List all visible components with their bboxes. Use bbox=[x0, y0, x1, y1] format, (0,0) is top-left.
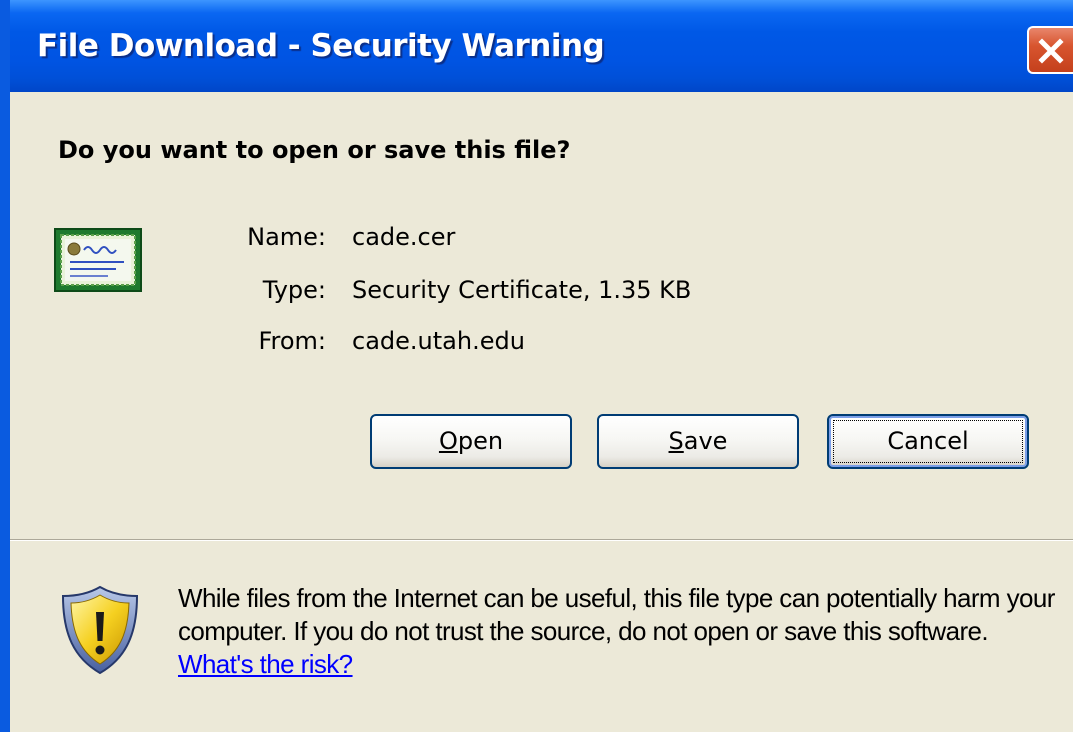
close-button[interactable] bbox=[1027, 26, 1073, 74]
open-label: pen bbox=[457, 427, 504, 455]
save-mnemonic: S bbox=[668, 427, 684, 455]
open-button[interactable]: Open bbox=[370, 414, 572, 469]
name-label: Name: bbox=[247, 223, 326, 251]
warning-message: While files from the Internet can be use… bbox=[178, 582, 1058, 681]
section-divider bbox=[10, 539, 1073, 541]
save-label: ave bbox=[683, 427, 728, 455]
from-value: cade.utah.edu bbox=[352, 327, 525, 355]
dialog-body: Do you want to open or save this file? N… bbox=[10, 92, 1073, 732]
title-bar[interactable]: File Download - Security Warning bbox=[10, 0, 1073, 92]
window-title: File Download - Security Warning bbox=[37, 28, 605, 64]
dialog-question: Do you want to open or save this file? bbox=[58, 136, 571, 164]
shield-warning-icon bbox=[58, 584, 142, 681]
warning-text: While files from the Internet can be use… bbox=[178, 583, 1055, 646]
file-download-dialog: File Download - Security Warning Do you … bbox=[0, 0, 1073, 732]
cancel-button[interactable]: Cancel bbox=[827, 414, 1029, 469]
type-value: Security Certificate, 1.35 KB bbox=[352, 276, 692, 304]
whats-the-risk-link[interactable]: What's the risk? bbox=[178, 649, 353, 679]
name-value: cade.cer bbox=[352, 223, 456, 251]
open-mnemonic: O bbox=[438, 427, 458, 455]
cancel-label: Cancel bbox=[887, 427, 969, 455]
type-label: Type: bbox=[262, 276, 326, 304]
save-button[interactable]: Save bbox=[597, 414, 799, 469]
close-icon bbox=[1038, 38, 1064, 64]
from-label: From: bbox=[258, 327, 326, 355]
